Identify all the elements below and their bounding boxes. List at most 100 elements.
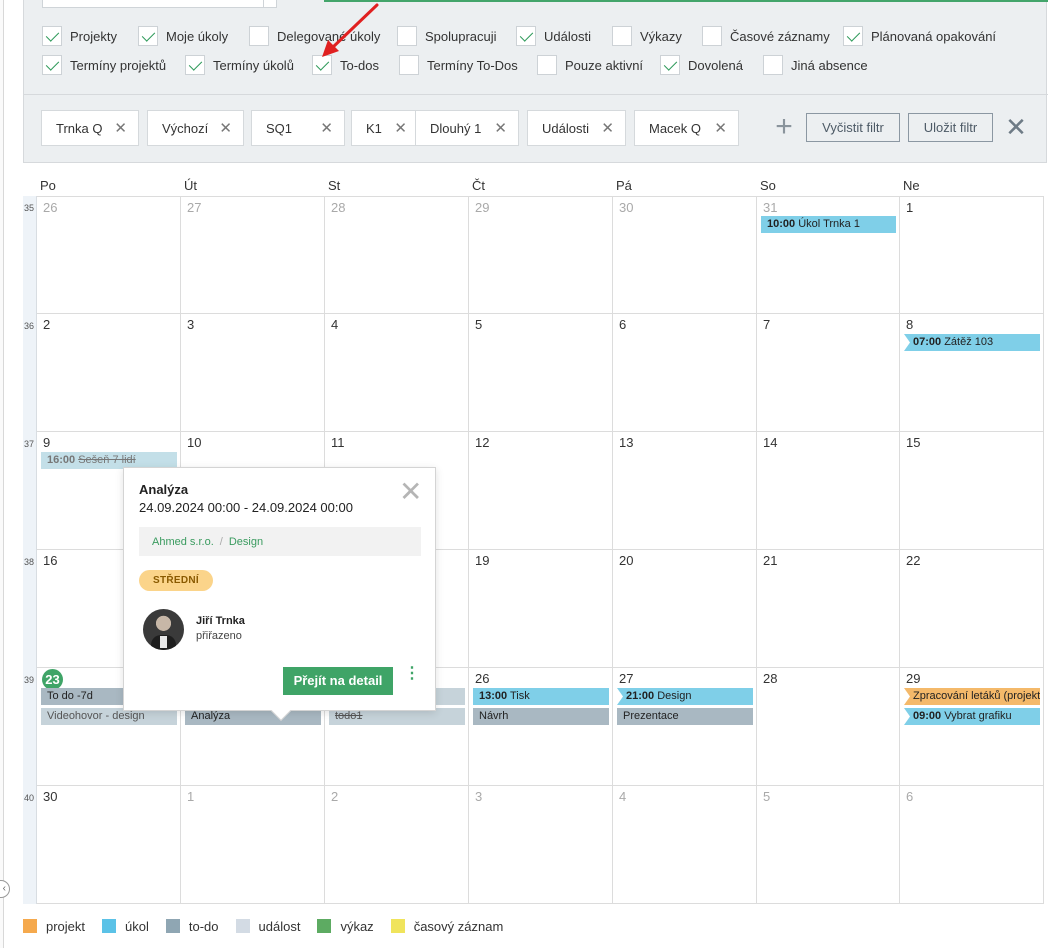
- saved-filter-chip[interactable]: Dlouhý 1 ✕: [415, 110, 519, 146]
- day-cell[interactable]: 31: [757, 196, 900, 314]
- checkbox-box[interactable]: [138, 26, 158, 46]
- day-cell[interactable]: 2: [325, 786, 469, 904]
- go-to-detail-button[interactable]: Přejít na detail: [283, 667, 393, 695]
- annotation-arrow-icon: [322, 3, 379, 57]
- day-cell[interactable]: 4: [613, 786, 757, 904]
- close-filter-panel-icon[interactable]: ✕: [1003, 114, 1029, 141]
- day-cell[interactable]: 27: [181, 196, 325, 314]
- day-cell[interactable]: 28: [757, 668, 900, 786]
- day-cell[interactable]: 6: [613, 314, 757, 432]
- checkbox-box[interactable]: [660, 55, 680, 75]
- filter-checkbox[interactable]: Dovolená: [660, 54, 743, 76]
- calendar-event[interactable]: 07:00 Zátěž 103: [904, 334, 1040, 351]
- day-cell[interactable]: 27: [613, 668, 757, 786]
- remove-filter-icon[interactable]: ✕: [114, 121, 127, 136]
- day-cell[interactable]: 22: [900, 550, 1044, 668]
- saved-filter-chip[interactable]: Trnka Q ✕: [41, 110, 139, 146]
- filter-checkbox[interactable]: Pouze aktivní: [537, 54, 643, 76]
- checkbox-box[interactable]: [702, 26, 722, 46]
- day-number: 5: [475, 317, 483, 332]
- more-options-icon[interactable]: ⋮: [404, 666, 420, 692]
- checkbox-box[interactable]: [397, 26, 417, 46]
- calendar-event[interactable]: 10:00 Úkol Trnka 1: [761, 216, 896, 233]
- checkbox-box[interactable]: [537, 55, 557, 75]
- day-cell[interactable]: 12: [469, 432, 613, 550]
- checkbox-box[interactable]: [516, 26, 536, 46]
- filter-checkbox[interactable]: Termíny projektů: [42, 54, 166, 76]
- day-cell[interactable]: 3: [181, 314, 325, 432]
- day-cell[interactable]: 4: [325, 314, 469, 432]
- breadcrumb-client-link[interactable]: Ahmed s.r.o.: [152, 536, 214, 548]
- day-cell[interactable]: 8: [900, 314, 1044, 432]
- filter-checkbox[interactable]: Výkazy: [612, 25, 682, 47]
- checkbox-box[interactable]: [843, 26, 863, 46]
- saved-filter-chip[interactable]: Události ✕: [527, 110, 626, 146]
- add-filter-icon[interactable]: +: [771, 112, 797, 142]
- calendar-event[interactable]: Návrh: [473, 708, 609, 725]
- day-cell[interactable]: 29: [469, 196, 613, 314]
- day-cell[interactable]: 20: [613, 550, 757, 668]
- remove-filter-icon[interactable]: ✕: [394, 121, 407, 136]
- day-cell[interactable]: 28: [325, 196, 469, 314]
- remove-filter-icon[interactable]: ✕: [320, 121, 333, 136]
- checkbox-box[interactable]: [185, 55, 205, 75]
- day-cell[interactable]: 1: [181, 786, 325, 904]
- filter-search-input[interactable]: [42, 0, 277, 8]
- breadcrumb-project-link[interactable]: Design: [229, 536, 263, 548]
- remove-filter-icon[interactable]: ✕: [714, 121, 727, 136]
- filter-checkbox[interactable]: Plánovaná opakování: [843, 25, 996, 47]
- checkbox-box[interactable]: [249, 26, 269, 46]
- filter-checkbox[interactable]: Termíny To-Dos: [399, 54, 518, 76]
- legend-swatch: [317, 919, 332, 933]
- event-title: Zpracování letáků (projekt: [913, 690, 1040, 702]
- checkbox-box[interactable]: [763, 55, 783, 75]
- remove-filter-icon[interactable]: ✕: [494, 121, 507, 136]
- filter-checkbox[interactable]: Termíny úkolů: [185, 54, 294, 76]
- day-cell[interactable]: 3: [469, 786, 613, 904]
- remove-filter-icon[interactable]: ✕: [219, 121, 232, 136]
- day-cell[interactable]: 7: [757, 314, 900, 432]
- day-cell[interactable]: 5: [469, 314, 613, 432]
- day-cell[interactable]: 30: [37, 786, 181, 904]
- collapse-sidebar-icon[interactable]: ‹: [0, 880, 10, 898]
- event-title: Návrh: [479, 710, 509, 722]
- calendar-event[interactable]: Prezentace: [617, 708, 753, 725]
- day-cell[interactable]: 14: [757, 432, 900, 550]
- close-icon[interactable]: ✕: [399, 478, 422, 506]
- saved-filter-chip[interactable]: Macek Q ✕: [634, 110, 739, 146]
- remove-filter-icon[interactable]: ✕: [601, 121, 614, 136]
- saved-filter-chip[interactable]: K1 ✕: [351, 110, 419, 146]
- calendar-event[interactable]: 21:00 Design: [617, 688, 753, 705]
- filter-checkbox[interactable]: Jiná absence: [763, 54, 868, 76]
- checkbox-box[interactable]: [42, 26, 62, 46]
- day-cell[interactable]: 26: [469, 668, 613, 786]
- day-cell[interactable]: 6: [900, 786, 1044, 904]
- save-filter-button[interactable]: Uložit filtr: [908, 113, 993, 142]
- day-cell[interactable]: 1: [900, 196, 1044, 314]
- day-cell[interactable]: 2: [37, 314, 181, 432]
- day-cell[interactable]: 29: [900, 668, 1044, 786]
- filter-checkbox[interactable]: Spolupracuji: [397, 25, 497, 47]
- filter-checkbox[interactable]: Moje úkoly: [138, 25, 228, 47]
- day-cell[interactable]: 21: [757, 550, 900, 668]
- day-cell[interactable]: 13: [613, 432, 757, 550]
- day-cell[interactable]: 19: [469, 550, 613, 668]
- calendar-event[interactable]: 09:00 Vybrat grafiku: [904, 708, 1040, 725]
- calendar-event[interactable]: Zpracování letáků (projekt: [904, 688, 1040, 705]
- day-cell[interactable]: 26: [37, 196, 181, 314]
- saved-filter-chip[interactable]: Výchozí ✕: [147, 110, 244, 146]
- day-cell[interactable]: 30: [613, 196, 757, 314]
- checkbox-box[interactable]: [612, 26, 632, 46]
- day-cell[interactable]: 5: [757, 786, 900, 904]
- filter-checkbox[interactable]: Události: [516, 25, 591, 47]
- legend-item: úkol: [102, 919, 149, 934]
- calendar-event[interactable]: 13:00 Tisk: [473, 688, 609, 705]
- saved-filter-chip[interactable]: SQ1 ✕: [251, 110, 345, 146]
- clear-filter-button[interactable]: Vyčistit filtr: [806, 113, 900, 142]
- checkbox-box[interactable]: [42, 55, 62, 75]
- checkbox-box[interactable]: [399, 55, 419, 75]
- filter-checkbox[interactable]: Projekty: [42, 25, 117, 47]
- checkbox-box[interactable]: [312, 55, 332, 75]
- day-cell[interactable]: 15: [900, 432, 1044, 550]
- filter-checkbox[interactable]: Časové záznamy: [702, 25, 830, 47]
